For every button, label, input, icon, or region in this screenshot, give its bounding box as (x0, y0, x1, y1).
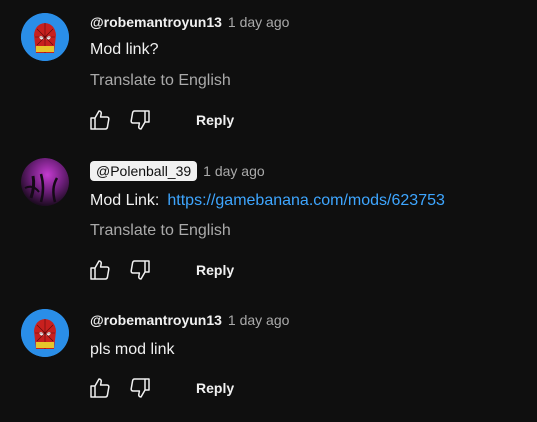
thumbs-up-icon (90, 110, 110, 130)
comment-text: Mod Link: https://gamebanana.com/mods/623… (90, 192, 445, 210)
thumbs-up-icon (90, 260, 110, 280)
timestamp[interactable]: 1 day ago (203, 163, 265, 179)
like-button[interactable] (86, 106, 114, 134)
dislike-button[interactable] (126, 374, 154, 402)
comment-actions: Reply (86, 256, 234, 284)
spiderman-avatar-icon (21, 309, 69, 357)
reply-button[interactable]: Reply (196, 112, 234, 128)
thumbs-down-icon (130, 260, 150, 280)
author-line: @Polenball_39 1 day ago (90, 161, 265, 181)
spiderman-avatar-icon (21, 13, 69, 61)
thumbs-down-icon (130, 110, 150, 130)
comment-text: pls mod link (90, 341, 175, 358)
comment-label: Mod Link: (90, 192, 160, 209)
timestamp[interactable]: 1 day ago (228, 312, 290, 328)
thumbs-up-icon (90, 378, 110, 398)
avatar[interactable] (21, 13, 69, 61)
thumbs-down-icon (130, 378, 150, 398)
comment-text: Mod link? (90, 41, 159, 58)
translate-link[interactable]: Translate to English (90, 222, 231, 240)
author-line: @robemantroyun13 1 day ago (90, 14, 289, 30)
translate-link[interactable]: Translate to English (90, 72, 231, 90)
author-line: @robemantroyun13 1 day ago (90, 312, 289, 328)
purple-tentacle-avatar-icon (21, 158, 69, 206)
reply-button[interactable]: Reply (196, 262, 234, 278)
dislike-button[interactable] (126, 106, 154, 134)
avatar[interactable] (21, 158, 69, 206)
comment-actions: Reply (86, 106, 234, 134)
timestamp[interactable]: 1 day ago (228, 14, 290, 30)
dislike-button[interactable] (126, 256, 154, 284)
reply-button[interactable]: Reply (196, 380, 234, 396)
like-button[interactable] (86, 256, 114, 284)
mod-link[interactable]: https://gamebanana.com/mods/623753 (167, 192, 445, 209)
author-name[interactable]: @robemantroyun13 (90, 14, 222, 30)
avatar[interactable] (21, 309, 69, 357)
comment-actions: Reply (86, 374, 234, 402)
author-name[interactable]: @robemantroyun13 (90, 312, 222, 328)
like-button[interactable] (86, 374, 114, 402)
author-chip[interactable]: @Polenball_39 (90, 161, 198, 181)
